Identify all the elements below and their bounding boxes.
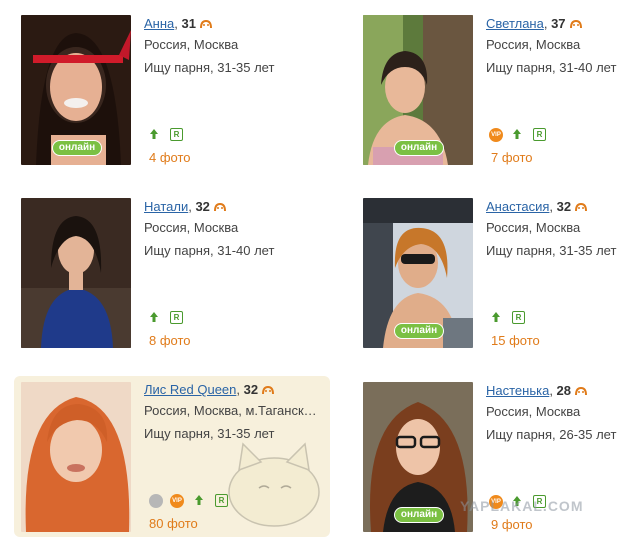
r-badge-icon[interactable]: R [170, 311, 183, 324]
profile-card[interactable]: онлайн Анна, 31 Россия, Москва Ищу парня… [21, 15, 311, 175]
profile-name-link[interactable]: Анна [144, 16, 174, 31]
profile-location: Россия, Москва [486, 37, 581, 52]
upload-arrow-icon[interactable] [149, 311, 159, 323]
online-badge: онлайн [394, 323, 444, 339]
profile-seeking: Ищу парня, 31-35 лет [144, 60, 275, 75]
online-badge: онлайн [52, 140, 102, 156]
zodiac-icon [575, 387, 588, 396]
vip-icon[interactable]: VIP [170, 494, 184, 508]
profile-age: 37 [551, 16, 566, 31]
profile-age: 32 [195, 199, 210, 214]
profile-seeking: Ищу парня, 26-35 лет [486, 427, 617, 442]
upload-arrow-icon[interactable] [491, 311, 501, 323]
zodiac-icon [262, 386, 275, 395]
profile-location: Россия, Москва [486, 404, 581, 419]
r-badge-icon[interactable]: R [512, 311, 525, 324]
zodiac-icon [569, 20, 582, 29]
profile-location: Россия, Москва, м.Таганск… [144, 403, 317, 418]
r-badge-icon[interactable]: R [215, 494, 228, 507]
photos-count-link[interactable]: 7 фото [491, 150, 533, 165]
upload-arrow-icon[interactable] [149, 128, 159, 140]
upload-arrow-icon[interactable] [194, 494, 204, 506]
profile-name-link[interactable]: Настенька [486, 383, 549, 398]
zodiac-icon [199, 20, 212, 29]
profile-card[interactable]: онлайн Настенька, 28 Россия, Москва Ищу … [363, 382, 630, 542]
profile-card[interactable]: онлайн Светлана, 37 Россия, Москва Ищу п… [363, 15, 630, 175]
profile-card[interactable]: Натали, 32 Россия, Москва Ищу парня, 31-… [21, 198, 311, 358]
profile-seeking: Ищу парня, 31-35 лет [486, 243, 617, 258]
profile-age: 28 [556, 383, 572, 398]
profile-photo[interactable]: онлайн [21, 15, 131, 165]
profile-age: 31 [181, 16, 196, 31]
online-badge: онлайн [394, 507, 444, 523]
watermark: YAPLAKAL.COM [460, 498, 584, 514]
profile-location: Россия, Москва [144, 37, 239, 52]
profile-photo[interactable] [21, 198, 131, 348]
vip-icon[interactable]: VIP [489, 128, 503, 142]
heart-icon[interactable] [149, 494, 163, 508]
profile-age: 32 [243, 382, 259, 397]
photos-count-link[interactable]: 15 фото [491, 333, 540, 348]
online-badge: онлайн [394, 140, 444, 156]
profile-card-highlighted[interactable]: Лис Red Queen, 32 Россия, Москва, м.Тага… [14, 376, 330, 537]
profile-card[interactable]: онлайн Анастасия, 32 Россия, Москва Ищу … [363, 198, 630, 358]
profile-photo[interactable] [21, 382, 131, 532]
upload-arrow-icon[interactable] [512, 128, 522, 140]
profile-name-link[interactable]: Натали [144, 199, 188, 214]
photos-count-link[interactable]: 80 фото [149, 516, 198, 531]
profile-age: 32 [556, 199, 572, 214]
profile-seeking: Ищу парня, 31-40 лет [144, 243, 275, 258]
profile-location: Россия, Москва [486, 220, 581, 235]
photos-count-link[interactable]: 9 фото [491, 517, 533, 532]
profile-location: Россия, Москва [144, 220, 239, 235]
photos-count-link[interactable]: 8 фото [149, 333, 191, 348]
profile-photo[interactable]: онлайн [363, 198, 473, 348]
profile-seeking: Ищу парня, 31-40 лет [486, 60, 617, 75]
profile-name-link[interactable]: Лис Red Queen [144, 382, 236, 397]
zodiac-icon [213, 203, 226, 212]
photos-count-link[interactable]: 4 фото [149, 150, 191, 165]
cat-illustration [228, 442, 320, 527]
r-badge-icon[interactable]: R [533, 128, 546, 141]
profile-name-link[interactable]: Светлана [486, 16, 544, 31]
zodiac-icon [575, 203, 588, 212]
profile-seeking: Ищу парня, 31-35 лет [144, 426, 275, 441]
profile-name-link[interactable]: Анастасия [486, 199, 549, 214]
profile-photo[interactable]: онлайн [363, 382, 473, 532]
r-badge-icon[interactable]: R [170, 128, 183, 141]
profile-photo[interactable]: онлайн [363, 15, 473, 165]
